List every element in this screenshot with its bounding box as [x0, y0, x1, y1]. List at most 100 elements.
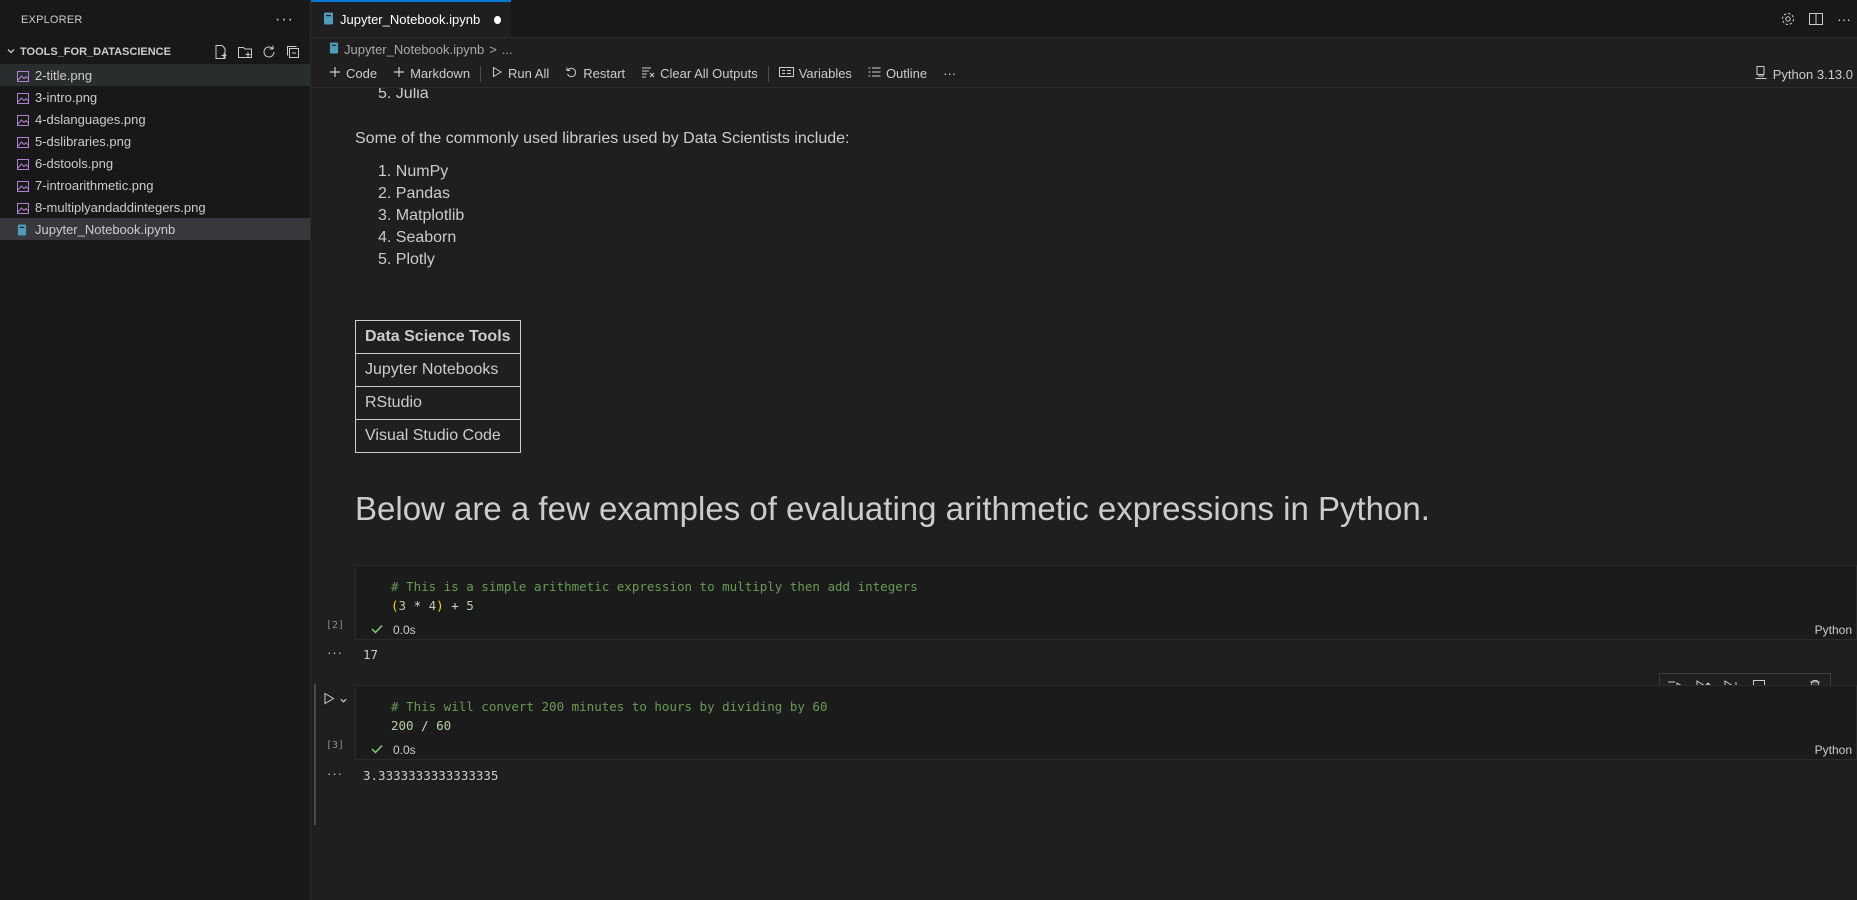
tab-label: Jupyter_Notebook.ipynb — [340, 12, 481, 27]
image-file-icon — [17, 136, 29, 148]
new-folder-icon[interactable] — [236, 43, 254, 61]
scrollbar[interactable] — [1847, 88, 1857, 900]
image-file-icon — [17, 180, 29, 192]
clear-outputs-label: Clear All Outputs — [660, 66, 758, 81]
file-name: 3-intro.png — [35, 89, 98, 105]
outline-label: Outline — [885, 66, 928, 81]
list-item: 1. NumPy — [378, 163, 449, 180]
play-icon — [491, 66, 503, 81]
image-file-icon — [17, 202, 29, 214]
clear-all-icon — [641, 66, 655, 81]
table-cell: RStudio — [355, 386, 521, 420]
toolbar-more-icon[interactable]: ··· — [935, 63, 964, 85]
file-item[interactable]: 5-dslibraries.png — [0, 130, 310, 152]
list-item: 2. Pandas — [378, 185, 451, 202]
play-icon — [323, 692, 335, 710]
arithmetic-heading: Below are a few examples of evaluating a… — [355, 490, 1430, 527]
variables-button[interactable]: Variables — [771, 63, 860, 85]
code-token: / — [413, 718, 437, 733]
code-comment: # This is a simple arithmetic expression… — [391, 579, 918, 594]
file-item[interactable]: 6-dstools.png — [0, 152, 310, 174]
split-editor-icon[interactable] — [1807, 10, 1825, 28]
explorer-more-icon[interactable]: ··· — [275, 11, 294, 29]
cell-editor[interactable]: # This is a simple arithmetic expression… — [391, 577, 918, 615]
output-more-icon[interactable]: ··· — [327, 766, 343, 781]
restart-button[interactable]: Restart — [557, 63, 633, 85]
file-name: 7-introarithmetic.png — [35, 177, 154, 193]
execution-time: 0.0s — [393, 623, 416, 637]
cell-status: 0.0s — [371, 743, 416, 757]
clear-outputs-button[interactable]: Clear All Outputs — [633, 63, 766, 85]
file-item[interactable]: 4-dslanguages.png — [0, 108, 310, 130]
gear-icon[interactable] — [1779, 10, 1797, 28]
cell-output: 3.3333333333333335 — [363, 768, 499, 783]
variables-icon — [778, 66, 794, 81]
image-file-icon — [17, 70, 29, 82]
list-item: 3. Matplotlib — [378, 207, 465, 224]
table-cell: Visual Studio Code — [355, 419, 521, 453]
table-row: Visual Studio Code — [355, 419, 521, 453]
kernel-picker[interactable]: Python 3.13.0 — [1755, 60, 1857, 88]
file-item[interactable]: 7-introarithmetic.png — [0, 174, 310, 196]
toolbar-divider — [480, 65, 482, 82]
kernel-icon — [1755, 66, 1767, 82]
editor-area: Jupyter_Notebook.ipynb ··· Jupyter_Noteb… — [311, 0, 1857, 900]
file-name: 5-dslibraries.png — [35, 133, 132, 149]
notebook-icon — [329, 42, 339, 57]
add-code-button[interactable]: Code — [321, 63, 385, 85]
file-name: 4-dslanguages.png — [35, 111, 146, 127]
chevron-down-icon[interactable] — [339, 692, 348, 710]
table-cell: Jupyter Notebooks — [355, 353, 521, 387]
file-item[interactable]: Jupyter_Notebook.ipynb — [0, 218, 310, 240]
breadcrumb-file[interactable]: Jupyter_Notebook.ipynb — [344, 42, 484, 57]
code-cell-divide[interactable]: # This will convert 200 minutes to hours… — [355, 685, 1857, 760]
outline-icon — [868, 66, 881, 81]
code-cell-multiply-add[interactable]: # This is a simple arithmetic expression… — [355, 565, 1857, 640]
libraries-list: 1. NumPy 2. Pandas 3. Matplotlib 4. Seaborn… — [355, 161, 464, 271]
check-icon — [371, 743, 383, 757]
file-item[interactable]: 2-title.png — [0, 64, 310, 86]
code-token: 3 — [398, 598, 407, 613]
breadcrumb-separator: > — [489, 41, 497, 57]
collapse-all-icon[interactable] — [284, 43, 302, 61]
tab-jupyter-notebook[interactable]: Jupyter_Notebook.ipynb — [311, 0, 511, 37]
tab-bar: Jupyter_Notebook.ipynb ··· — [311, 0, 1857, 38]
restart-icon — [565, 66, 578, 82]
notebook-content: 5. Julia Some of the commonly used libra… — [311, 88, 1857, 900]
kernel-label: Python 3.13.0 — [1772, 66, 1853, 82]
new-file-icon[interactable] — [212, 43, 230, 61]
file-item[interactable]: 3-intro.png — [0, 86, 310, 108]
cell-output: 17 — [363, 647, 379, 662]
code-token: * — [406, 598, 429, 613]
list-item: 5. Plotly — [378, 251, 435, 268]
toolbar-divider — [767, 65, 769, 82]
folder-header[interactable]: TOOLS_FOR_DATASCIENCE — [0, 40, 310, 64]
run-cell-button[interactable] — [323, 692, 348, 710]
more-actions-icon[interactable]: ··· — [1835, 10, 1853, 28]
execution-count: [3] — [326, 740, 345, 751]
file-item[interactable]: 8-multiplyandaddintegers.png — [0, 196, 310, 218]
file-list: 2-title.png 3-intro.png 4-dslanguages.png 5… — [0, 64, 310, 240]
table-row: RStudio — [355, 386, 521, 420]
code-token: ) — [436, 598, 444, 613]
image-file-icon — [17, 114, 29, 126]
notebook-icon — [323, 12, 334, 28]
image-file-icon — [17, 158, 29, 170]
breadcrumb-more[interactable]: ... — [502, 42, 513, 57]
markdown-languages-tail: 5. Julia — [355, 88, 429, 105]
file-name: Jupyter_Notebook.ipynb — [35, 221, 176, 237]
outline-button[interactable]: Outline — [860, 63, 935, 85]
unsaved-dot-icon[interactable] — [494, 15, 501, 24]
image-file-icon — [17, 92, 29, 104]
notebook-icon — [17, 224, 29, 235]
run-all-button[interactable]: Run All — [483, 63, 557, 85]
add-code-label: Code — [346, 66, 378, 81]
chevron-down-icon — [6, 46, 20, 59]
cell-editor[interactable]: # This will convert 200 minutes to hours… — [391, 697, 828, 735]
refresh-icon[interactable] — [260, 43, 278, 61]
add-markdown-button[interactable]: Markdown — [385, 63, 478, 85]
explorer-title: EXPLORER — [21, 14, 83, 26]
variables-label: Variables — [798, 66, 852, 81]
notebook-toolbar: Code Markdown Run All Restart Clear All … — [311, 60, 1857, 88]
output-more-icon[interactable]: ··· — [327, 645, 343, 660]
